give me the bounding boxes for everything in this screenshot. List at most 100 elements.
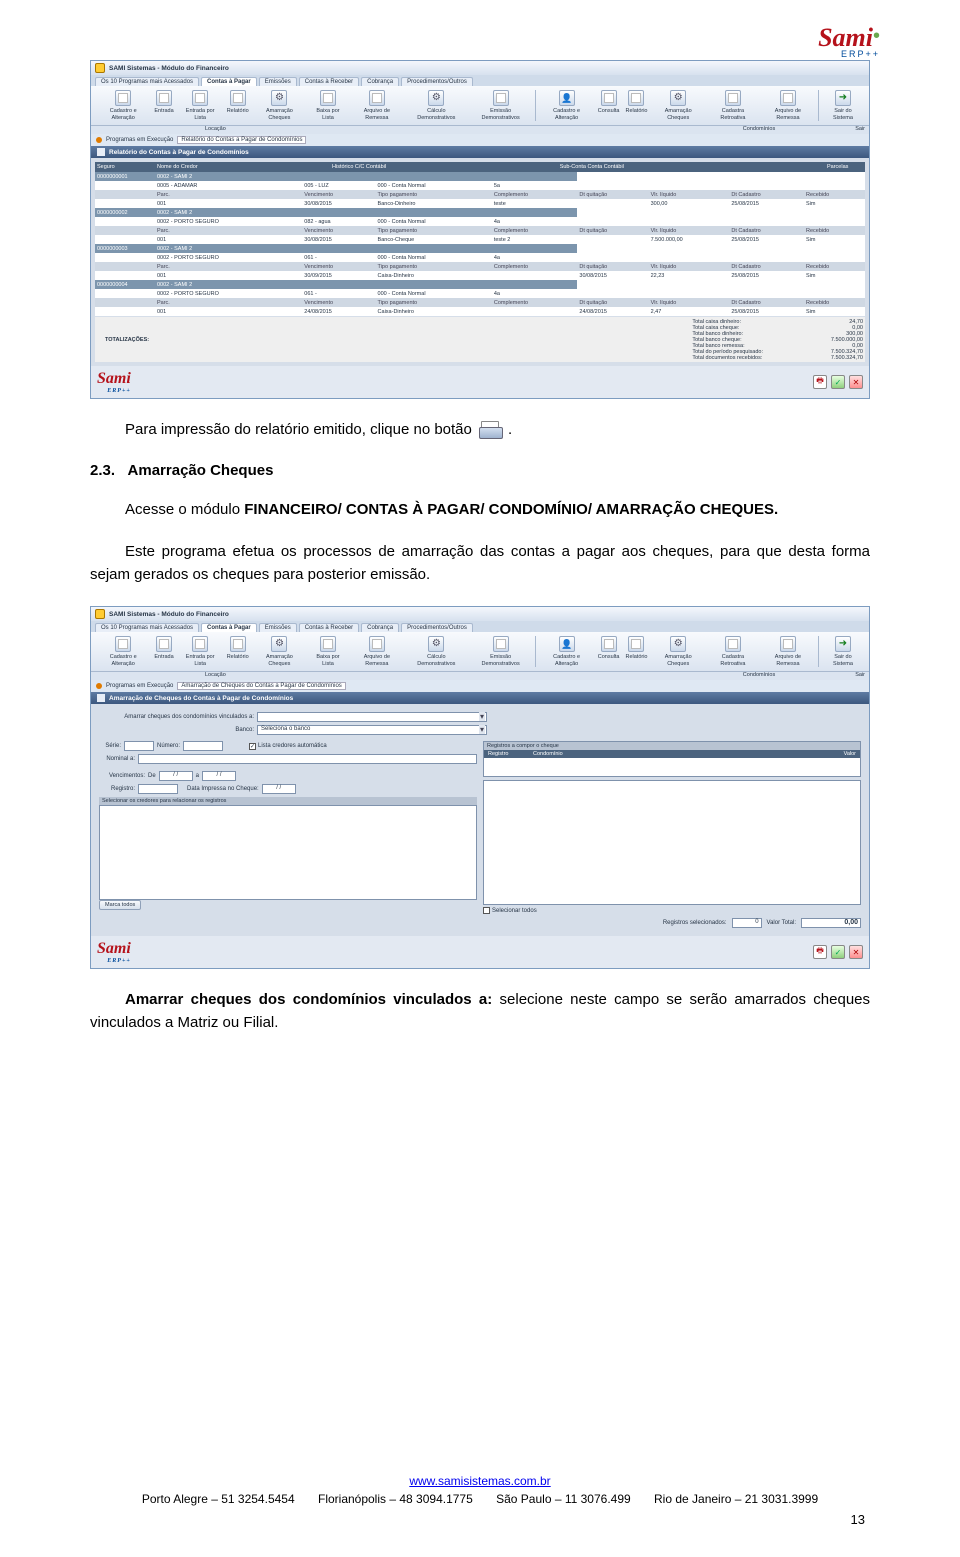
col-h: Nome do Credor [155,162,330,172]
input-serie[interactable] [124,741,154,751]
toolbar-caption: Sair [855,672,865,678]
crumb-value: Amarração de Cheques do Contas a Pagar d… [177,682,345,690]
brand-dot-icon: • [873,25,880,47]
toolbar-caption: Locação [205,126,226,132]
tb-arq2[interactable]: Arquivo de Remessa [760,636,816,667]
footer-url[interactable]: www.samisistemas.com.br [409,1474,550,1488]
paragraph-desc: Este programa efetua os processos de ama… [90,541,870,586]
tb-baixa[interactable]: Baixa por Lista [307,636,349,667]
input-date-a[interactable]: / / [202,771,236,781]
tab-item[interactable]: Emissões [259,623,297,632]
app-icon [95,609,105,619]
cancel-button[interactable]: ✕ [849,375,863,389]
tb-amarr2[interactable]: Amarração Cheques [651,636,706,667]
main-tabs: Os 10 Programas mais Acessados Contas à … [91,621,869,632]
tb-emissao[interactable]: Emissão Demonstrativos [468,90,534,121]
footer-city: Porto Alegre – 51 3254.5454 [142,1492,295,1506]
mini-col: Registro [484,750,529,758]
tab-item[interactable]: Cobrança [361,623,399,632]
crumb-label: Programas em Execução [106,683,173,689]
tb-cadastro[interactable]: Cadastro e Alteração [95,636,151,667]
tb-sair[interactable]: Sair do Sistema [821,636,865,667]
tb-cadastro[interactable]: Cadastro e Alteração [95,90,151,121]
select-vinculados[interactable] [257,712,487,722]
input-date-de[interactable]: / / [159,771,193,781]
input-nominal[interactable] [138,754,477,764]
crumb-value: Relatório do Contas a Pagar de Condomíni… [177,136,306,144]
tab-item[interactable]: Contas à Pagar [201,77,257,86]
tb-cadastro2[interactable]: Cadastro e Alteração [538,90,594,121]
brand-text: Sami [818,25,873,51]
tb-calc[interactable]: Cálculo Demonstrativos [405,636,468,667]
tb-emissao[interactable]: Emissão Demonstrativos [468,636,534,667]
registros-listbox[interactable] [483,780,861,905]
registros-table: Registros a compor o cheque Registro Con… [483,741,861,777]
tab-item[interactable]: Contas à Receber [299,623,359,632]
toolbar: Cadastro e Alteração Entrada Entrada por… [91,632,869,672]
printer-icon [478,419,506,441]
tab-item[interactable]: Procedimentos/Outros [401,77,473,86]
tab-item[interactable]: Procedimentos/Outros [401,623,473,632]
tb-consulta[interactable]: Consulta [595,636,623,667]
panel-title: Relatório do Contas à Pagar de Condomíni… [91,146,869,158]
tb-relatorio[interactable]: Relatório [224,90,252,121]
window-titlebar: SAMI Sistemas - Módulo do Financeiro [91,607,869,621]
select-banco[interactable]: Seleciona o banco [257,725,487,735]
footer-city: Rio de Janeiro – 21 3031.3999 [654,1492,818,1506]
toolbar-caption: Sair [855,126,865,132]
input-registro[interactable] [138,784,178,794]
tb-entrada[interactable]: Entrada [151,90,176,121]
checkbox-auto[interactable]: ✓Lista credores automática [249,743,327,750]
tb-arquivo[interactable]: Arquivo de Remessa [349,90,405,121]
credores-listbox[interactable] [99,805,477,900]
footer-buttons: 🖶 ✓ ✕ [813,945,863,959]
tb-baixa[interactable]: Baixa por Lista [307,90,349,121]
amarracao-window: SAMI Sistemas - Módulo do Financeiro Os … [90,606,870,969]
tab-item[interactable]: Cobrança [361,77,399,86]
print-button[interactable]: 🖶 [813,945,827,959]
tb-amarracao[interactable]: Amarração Cheques [252,636,307,667]
tb-calc[interactable]: Cálculo Demonstrativos [405,90,468,121]
tb-cad-retro[interactable]: Cadastra Retroativa [706,90,760,121]
input-data-imp[interactable]: / / [262,784,296,794]
label-sel-cred: Selecionar os credores para relacionar o… [99,797,477,805]
tb-amarr2[interactable]: Amarração Cheques [651,90,706,121]
tb-relatorio2[interactable]: Relatório [622,636,650,667]
tab-item[interactable]: Emissões [259,77,297,86]
tb-amarracao[interactable]: Amarração Cheques [252,90,307,121]
tb-entrada-lista[interactable]: Entrada por Lista [177,636,224,667]
print-button[interactable]: 🖶 [813,375,827,389]
crumb-icon [96,137,102,143]
tb-consulta[interactable]: Consulta [595,90,623,121]
tb-relatorio[interactable]: Relatório [224,636,252,667]
main-tabs: Os 10 Programas mais Acessados Contas à … [91,75,869,86]
marca-todos-button[interactable]: Marca todos [99,900,141,910]
mini-col: Condomínio [529,750,815,758]
cancel-button[interactable]: ✕ [849,945,863,959]
tb-arq2[interactable]: Arquivo de Remessa [760,90,816,121]
checkbox-sel-all[interactable]: Selecionar todos [483,907,537,914]
report-table: Seguro Nome do Credor Histórico C/C Cont… [95,162,865,172]
crumb-label: Programas em Execução [106,137,173,143]
toolbar: Cadastro e Alteração Entrada Entrada por… [91,86,869,126]
tb-entrada[interactable]: Entrada [151,636,176,667]
tab-item[interactable]: Contas à Pagar [201,623,257,632]
tab-item[interactable]: Os 10 Programas mais Acessados [95,77,199,86]
tb-arquivo[interactable]: Arquivo de Remessa [349,636,405,667]
tb-cadastro2[interactable]: Cadastro e Alteração [538,636,594,667]
tb-sair[interactable]: Sair do Sistema [821,90,865,121]
tb-relatorio2[interactable]: Relatório [622,90,650,121]
footer-city: São Paulo – 11 3076.499 [496,1492,631,1506]
value-reg-sel: 0 [732,918,762,928]
tb-entrada-lista[interactable]: Entrada por Lista [177,90,224,121]
paragraph-field-desc: Amarrar cheques dos condomínios vinculad… [90,989,870,1034]
totals-label: TOTALIZAÇÕES: [95,317,195,362]
confirm-button[interactable]: ✓ [831,375,845,389]
col-h: Sub-Conta Conta Contábil [558,162,825,172]
totals-values: 24,700,00300,007.500.000,000,007.500.324… [783,319,863,361]
confirm-button[interactable]: ✓ [831,945,845,959]
input-numero[interactable] [183,741,223,751]
tb-cad-retro[interactable]: Cadastra Retroativa [706,636,760,667]
tab-item[interactable]: Os 10 Programas mais Acessados [95,623,199,632]
tab-item[interactable]: Contas à Receber [299,77,359,86]
